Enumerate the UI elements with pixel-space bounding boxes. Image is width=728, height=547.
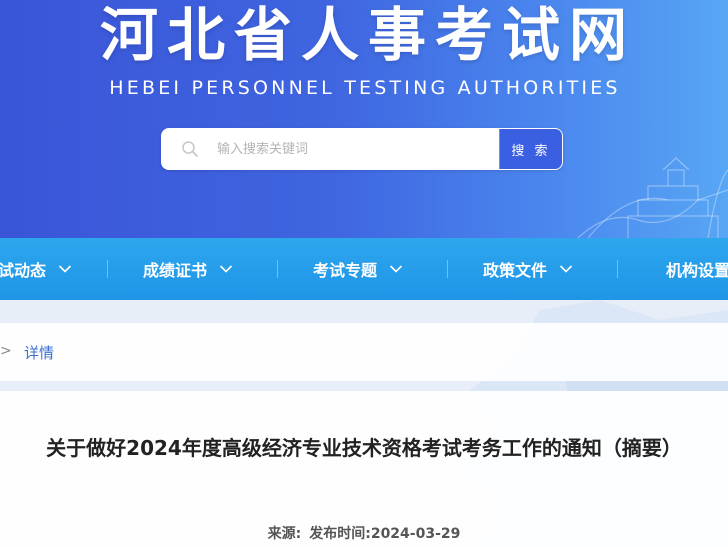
nav-item-label: 成绩证书 [143, 261, 208, 280]
nav-item-label: 机构设置 [666, 261, 728, 280]
search-button[interactable]: 搜 索 [499, 129, 562, 169]
nav-item-label: 试动态 [0, 261, 47, 280]
article-meta: 来源: 发布时间:2024-03-29 [0, 523, 728, 543]
breadcrumb-current[interactable]: 详情 [24, 342, 54, 363]
search-bar: 搜 索 [161, 128, 563, 170]
breadcrumb: > 详情 [0, 323, 728, 381]
nav-item-policy-documents[interactable]: 政策文件 [483, 238, 573, 300]
nav-divider [617, 260, 618, 278]
search-input[interactable] [217, 128, 497, 170]
nav-item-label: 政策文件 [483, 261, 548, 280]
site-title: 河北省人事考试网 [99, 1, 636, 69]
chevron-down-icon [58, 265, 72, 273]
chevron-down-icon [389, 265, 403, 273]
nav-divider [277, 260, 278, 278]
nav-divider [107, 260, 108, 278]
breadcrumb-separator: > [0, 343, 12, 359]
nav-item-exam-topics[interactable]: 考试专题 [313, 238, 403, 300]
building-illustration [577, 157, 728, 238]
chevron-down-icon [559, 265, 573, 273]
main-nav: 试动态 成绩证书 考试专题 政策文件 机构设置 [0, 238, 728, 300]
chevron-down-icon [219, 265, 233, 273]
publish-date-label: 发布时间: [309, 526, 371, 542]
site-subtitle: HEBEI PERSONNEL TESTING AUTHORITIES [109, 77, 621, 99]
nav-item-label: 考试专题 [313, 261, 378, 280]
source-label: 来源: [267, 526, 302, 542]
publish-date: 2024-03-29 [370, 526, 461, 542]
nav-item-exam-news[interactable]: 试动态 [0, 238, 72, 300]
article-title: 关于做好2024年度高级经济专业技术资格考试考务工作的通知（摘要） [46, 436, 682, 460]
search-icon [182, 141, 198, 157]
nav-item-scores-certificates[interactable]: 成绩证书 [143, 238, 233, 300]
nav-item-organization[interactable]: 机构设置 [666, 238, 728, 300]
article-card: 关于做好2024年度高级经济专业技术资格考试考务工作的通知（摘要） 来源: 发布时… [0, 391, 728, 547]
nav-divider [447, 260, 448, 278]
header-banner: 河北省人事考试网 HEBEI PERSONNEL TESTING AUTHORI… [0, 0, 728, 238]
